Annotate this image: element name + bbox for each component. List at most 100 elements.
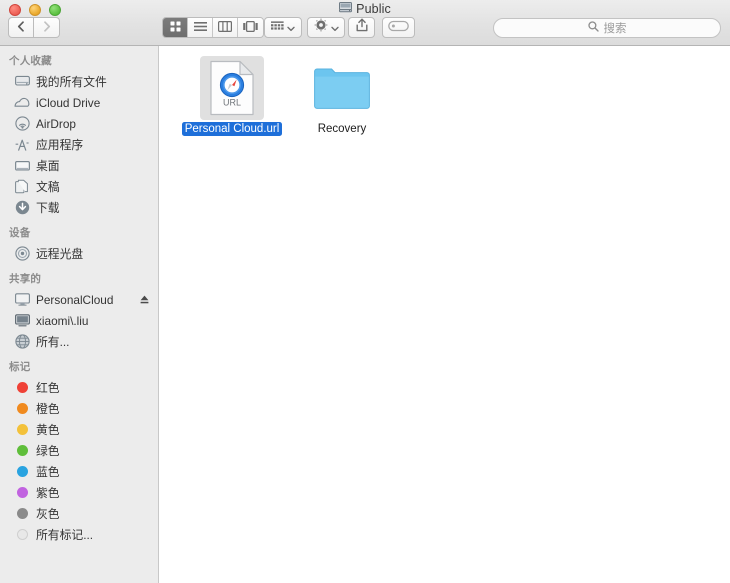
chevron-left-icon bbox=[17, 19, 25, 37]
sidebar-item-downloads[interactable]: 下载 bbox=[0, 197, 158, 218]
sidebar-item-label: 紫色 bbox=[36, 486, 60, 500]
sidebar-item-label: xiaomi\.liu bbox=[36, 313, 89, 328]
search-placeholder: 搜索 bbox=[603, 23, 627, 35]
sidebar-item-tag-purple[interactable]: 紫色 bbox=[0, 482, 158, 503]
sidebar-item-label: 所有标记... bbox=[36, 528, 94, 542]
chevron-right-icon bbox=[43, 19, 51, 37]
tag-dot-icon bbox=[14, 506, 30, 522]
tag-dot-icon bbox=[14, 401, 30, 417]
sidebar-item-all-tags[interactable]: 所有标记... bbox=[0, 524, 158, 545]
search-field[interactable]: 搜索 bbox=[493, 18, 721, 38]
desktop-icon bbox=[14, 158, 30, 174]
file-name-label[interactable]: Personal Cloud.url bbox=[181, 122, 283, 136]
sidebar-item-label: iCloud Drive bbox=[36, 95, 101, 110]
tag-dot-icon bbox=[14, 380, 30, 396]
sidebar-section-favorites: 个人收藏 我的所有文件 iCloud Drive AirDrop 应用程序 桌面… bbox=[0, 53, 158, 218]
gear-icon bbox=[313, 18, 328, 37]
sidebar-item-tag-blue[interactable]: 蓝色 bbox=[0, 461, 158, 482]
sidebar-item-tag-gray[interactable]: 灰色 bbox=[0, 503, 158, 524]
sidebar-item-remote-disc[interactable]: 远程光盘 bbox=[0, 243, 158, 264]
view-mode-group bbox=[162, 17, 264, 38]
sidebar-item-desktop[interactable]: 桌面 bbox=[0, 155, 158, 176]
file-name-label[interactable]: Recovery bbox=[315, 122, 370, 136]
edit-tags-button[interactable] bbox=[382, 17, 415, 38]
sidebar-item-documents[interactable]: 文稿 bbox=[0, 176, 158, 197]
airdrop-icon bbox=[14, 116, 30, 132]
sidebar-item-label: 我的所有文件 bbox=[36, 75, 107, 89]
sidebar[interactable]: 个人收藏 我的所有文件 iCloud Drive AirDrop 应用程序 桌面… bbox=[0, 46, 159, 583]
sidebar-item-all-my-files[interactable]: 我的所有文件 bbox=[0, 71, 158, 92]
sidebar-section-header: 标记 bbox=[9, 361, 31, 373]
sidebar-section-header: 设备 bbox=[9, 227, 31, 239]
sidebar-item-applications[interactable]: 应用程序 bbox=[0, 134, 158, 155]
window-body: 个人收藏 我的所有文件 iCloud Drive AirDrop 应用程序 桌面… bbox=[0, 46, 730, 583]
action-button[interactable] bbox=[307, 17, 345, 38]
svg-text:URL: URL bbox=[223, 98, 241, 108]
sidebar-item-tag-orange[interactable]: 橙色 bbox=[0, 398, 158, 419]
url-document-icon[interactable]: URL bbox=[200, 56, 264, 120]
forward-button[interactable] bbox=[34, 17, 60, 38]
sidebar-item-tag-yellow[interactable]: 黄色 bbox=[0, 419, 158, 440]
downloads-icon bbox=[14, 200, 30, 216]
share-icon bbox=[356, 18, 368, 37]
monitor-icon bbox=[14, 313, 30, 329]
search-icon bbox=[587, 19, 599, 37]
sidebar-section-tags: 标记 红色 橙色 黄色 绿色 蓝色 紫色 灰色 所有标记... bbox=[0, 359, 158, 545]
sidebar-item-label: 远程光盘 bbox=[36, 247, 84, 261]
list-view-icon bbox=[193, 19, 207, 37]
maximize-button[interactable] bbox=[49, 4, 61, 16]
coverflow-view-button[interactable] bbox=[238, 18, 263, 37]
tag-dot-icon bbox=[14, 443, 30, 459]
finder-window: Public 搜索 个人收藏 我的所有文件 iCloud Drive AirDr… bbox=[0, 0, 730, 583]
globe-icon bbox=[14, 334, 30, 350]
hard-drive-icon bbox=[14, 74, 30, 90]
sidebar-item-label: AirDrop bbox=[36, 116, 76, 131]
sidebar-item-label: 桌面 bbox=[36, 159, 60, 173]
file-browser-area[interactable]: URL Personal Cloud.url Recovery bbox=[159, 46, 730, 583]
icon-view-button[interactable] bbox=[163, 18, 188, 37]
icon-grid: URL Personal Cloud.url Recovery bbox=[177, 56, 730, 148]
arrange-by-button[interactable] bbox=[264, 17, 302, 38]
minimize-button[interactable] bbox=[29, 4, 41, 16]
close-button[interactable] bbox=[9, 4, 21, 16]
sidebar-item-label: PersonalCloud bbox=[36, 292, 114, 307]
cloud-icon bbox=[14, 95, 30, 111]
coverflow-view-icon bbox=[243, 19, 258, 37]
display-icon bbox=[14, 292, 30, 308]
sidebar-item-icloud-drive[interactable]: iCloud Drive bbox=[0, 92, 158, 113]
column-view-button[interactable] bbox=[213, 18, 238, 37]
sidebar-item-label: 橙色 bbox=[36, 402, 60, 416]
window-title-text: Public bbox=[356, 1, 391, 16]
applications-icon bbox=[14, 137, 30, 153]
sidebar-item-personalcloud[interactable]: PersonalCloud bbox=[0, 289, 158, 310]
tag-dot-icon bbox=[14, 422, 30, 438]
grid-view-icon bbox=[170, 19, 181, 37]
sidebar-item-label: 红色 bbox=[36, 381, 60, 395]
sidebar-section-shared: 共享的 PersonalCloud xiaomi\.liu 所有... bbox=[0, 271, 158, 352]
file-item[interactable]: Recovery bbox=[287, 56, 397, 148]
sidebar-section-header: 个人收藏 bbox=[9, 55, 52, 67]
file-item[interactable]: URL Personal Cloud.url bbox=[177, 56, 287, 148]
chevron-down-icon bbox=[287, 19, 295, 37]
tag-dot-icon bbox=[14, 464, 30, 480]
network-drive-icon bbox=[339, 1, 353, 17]
share-button[interactable] bbox=[348, 17, 375, 38]
back-button[interactable] bbox=[8, 17, 34, 38]
sidebar-item-label: 应用程序 bbox=[36, 138, 84, 152]
sidebar-item-airdrop[interactable]: AirDrop bbox=[0, 113, 158, 134]
optical-disc-icon bbox=[14, 246, 30, 262]
sidebar-section-devices: 设备 远程光盘 bbox=[0, 225, 158, 264]
sidebar-item-label: 绿色 bbox=[36, 444, 60, 458]
sidebar-item-all-shared[interactable]: 所有... bbox=[0, 331, 158, 352]
documents-icon bbox=[14, 179, 30, 195]
sidebar-item-xiaomi-liu[interactable]: xiaomi\.liu bbox=[0, 310, 158, 331]
navigation-buttons bbox=[8, 17, 60, 38]
sidebar-item-tag-red[interactable]: 红色 bbox=[0, 377, 158, 398]
window-controls bbox=[9, 4, 61, 16]
sidebar-item-tag-green[interactable]: 绿色 bbox=[0, 440, 158, 461]
tag-dot-outline-icon bbox=[14, 527, 30, 543]
eject-icon[interactable] bbox=[139, 294, 150, 305]
chevron-down-icon bbox=[330, 19, 339, 37]
list-view-button[interactable] bbox=[188, 18, 213, 37]
folder-icon[interactable] bbox=[310, 56, 374, 120]
